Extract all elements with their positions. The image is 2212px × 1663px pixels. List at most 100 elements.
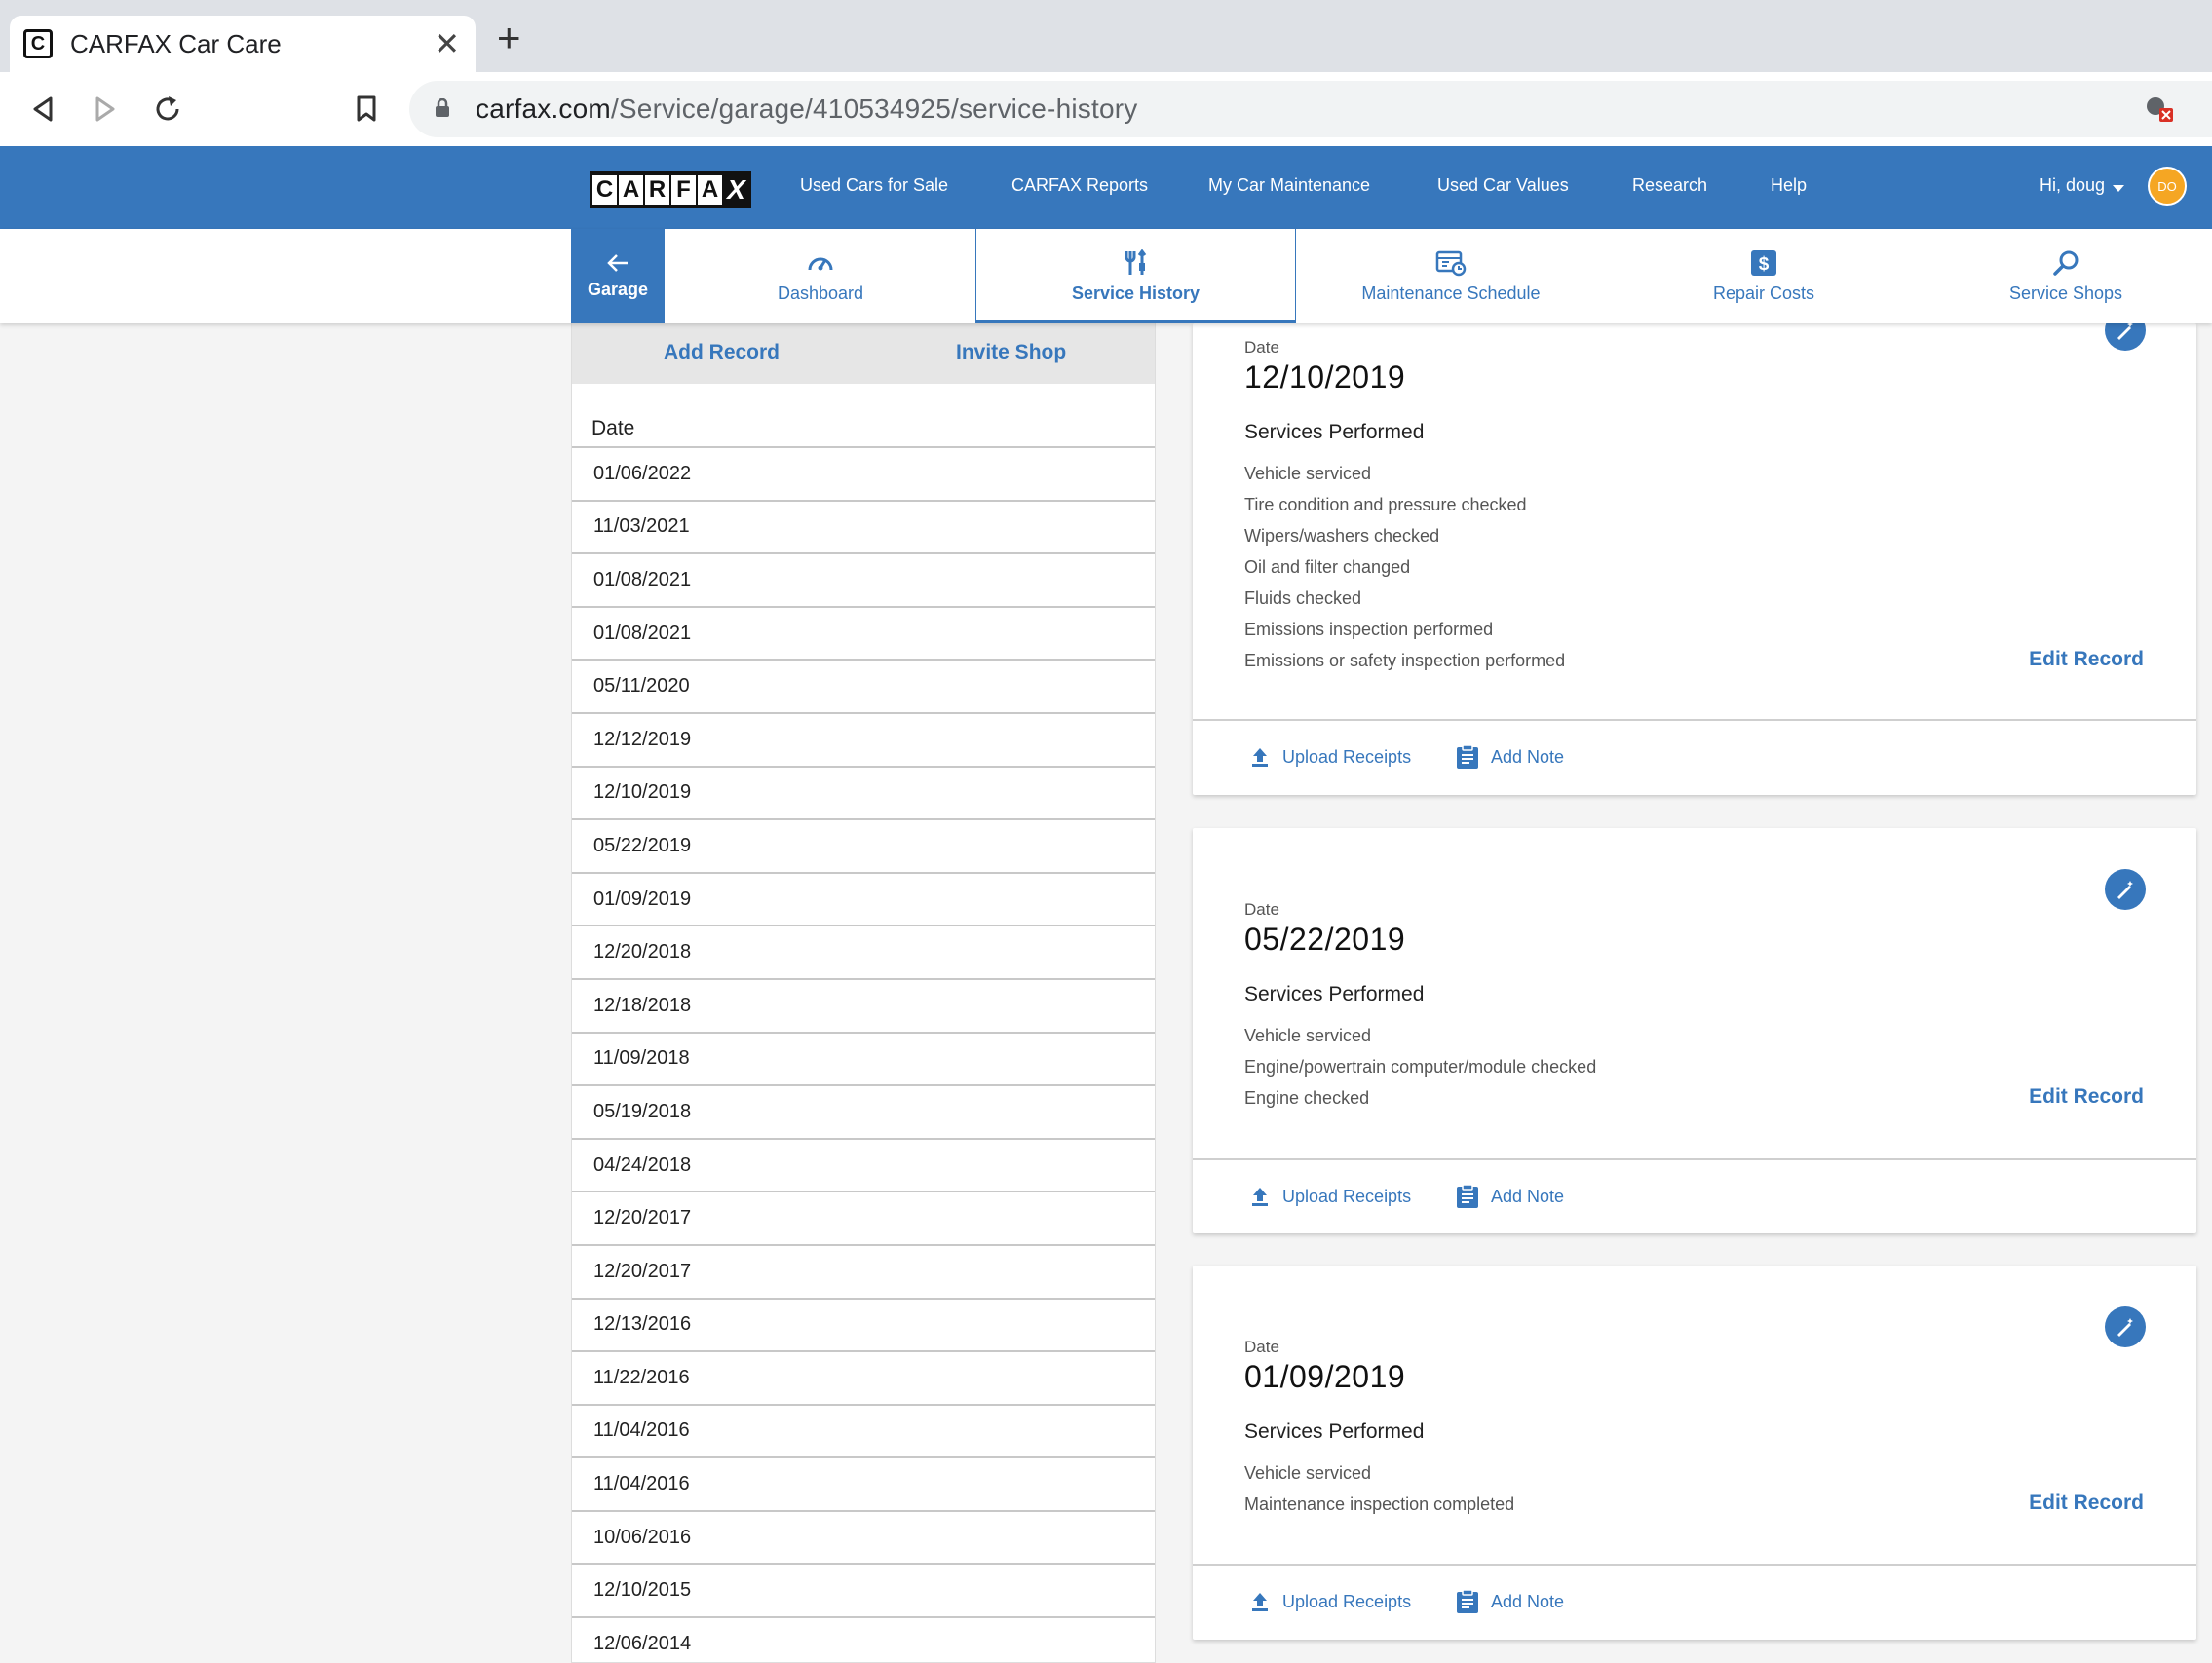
edit-record-button[interactable]: Edit Record bbox=[2029, 648, 2144, 671]
date-list-item[interactable]: 11/22/2016 bbox=[572, 1350, 1155, 1404]
extension-blocked-icon[interactable] bbox=[2144, 94, 2177, 129]
nav-used-car-values[interactable]: Used Car Values bbox=[1437, 175, 1569, 196]
service-record-card: Date 05/22/2019 Services Performed Vehic… bbox=[1193, 828, 2196, 1233]
upload-receipts-button[interactable]: Upload Receipts bbox=[1249, 1186, 1411, 1207]
service-item: Emissions or safety inspection performed bbox=[1244, 651, 1566, 670]
date-list-item[interactable]: 01/09/2019 bbox=[572, 871, 1155, 926]
date-list-item[interactable]: 12/12/2019 bbox=[572, 711, 1155, 766]
upload-receipts-button[interactable]: Upload Receipts bbox=[1249, 1591, 1411, 1612]
date-list-item[interactable]: 12/18/2018 bbox=[572, 977, 1155, 1032]
date-list-item[interactable]: 01/06/2022 bbox=[572, 446, 1155, 500]
garage-back-button[interactable]: Garage bbox=[571, 229, 665, 323]
upload-icon bbox=[1252, 1593, 1268, 1611]
date-column-header: Date bbox=[591, 417, 635, 439]
service-item: Tire condition and pressure checked bbox=[1244, 495, 1527, 514]
carfax-logo[interactable]: C A R F A X bbox=[590, 171, 751, 208]
upload-receipts-label: Upload Receipts bbox=[1282, 746, 1412, 767]
invite-shop-button[interactable]: Invite Shop bbox=[956, 341, 1066, 364]
service-item: Oil and filter changed bbox=[1244, 557, 1411, 577]
close-tab-icon[interactable]: ✕ bbox=[434, 25, 460, 62]
back-icon[interactable] bbox=[23, 90, 62, 129]
date-list-item[interactable]: 05/11/2020 bbox=[572, 659, 1155, 712]
services-performed-heading: Services Performed bbox=[1244, 1420, 1425, 1443]
date-list-item[interactable]: 12/06/2014 bbox=[572, 1616, 1155, 1662]
date-list-item[interactable]: 12/20/2017 bbox=[572, 1191, 1155, 1244]
tab-label: Service Shops bbox=[2008, 283, 2123, 303]
browser-tab[interactable]: C CARFAX Car Care ✕ bbox=[10, 16, 476, 72]
date-list-item[interactable]: 12/10/2019 bbox=[572, 765, 1155, 819]
logo-letter: A bbox=[619, 175, 643, 205]
tab-service-history[interactable]: Service History bbox=[975, 229, 1296, 323]
date-list-item[interactable]: 05/22/2019 bbox=[572, 818, 1155, 872]
add-note-button[interactable]: Add Note bbox=[1456, 744, 1564, 770]
date-list-item[interactable]: 01/08/2021 bbox=[572, 552, 1155, 606]
date-list-item[interactable]: 12/13/2016 bbox=[572, 1297, 1155, 1351]
service-item: Emissions inspection performed bbox=[1244, 620, 1494, 639]
tab-dashboard[interactable]: Dashboard bbox=[666, 229, 975, 323]
upload-receipts-label: Upload Receipts bbox=[1282, 1591, 1412, 1611]
list-action-bar: Add Record Invite Shop bbox=[572, 323, 1155, 384]
date-list-item[interactable]: 11/09/2018 bbox=[572, 1031, 1155, 1085]
clipboard-icon bbox=[1457, 744, 1478, 769]
garage-label: Garage bbox=[587, 280, 649, 299]
tab-repair-costs[interactable]: $ Repair Costs bbox=[1608, 229, 1920, 323]
edit-pen-icon[interactable] bbox=[2105, 869, 2146, 910]
edit-record-button[interactable]: Edit Record bbox=[2029, 1492, 2144, 1515]
date-list-item[interactable]: 01/08/2021 bbox=[572, 605, 1155, 660]
add-note-button[interactable]: Add Note bbox=[1456, 1589, 1564, 1614]
service-item: Vehicle serviced bbox=[1244, 1463, 1372, 1483]
date-list-item[interactable]: 12/20/2018 bbox=[572, 925, 1155, 978]
card-divider bbox=[1193, 1158, 2196, 1160]
carfax-favicon-icon: C bbox=[23, 29, 53, 58]
clipboard-icon bbox=[1457, 1589, 1478, 1613]
tab-label: Dashboard bbox=[777, 283, 864, 303]
reload-icon[interactable] bbox=[148, 90, 187, 129]
tab-service-shops[interactable]: Service Shops bbox=[1920, 229, 2212, 323]
date-list-item[interactable]: 10/06/2016 bbox=[572, 1509, 1155, 1564]
card-divider bbox=[1193, 719, 2196, 721]
user-menu[interactable]: Hi, doug bbox=[2040, 175, 2105, 196]
service-item: Wipers/washers checked bbox=[1244, 526, 1440, 546]
upload-receipts-button[interactable]: Upload Receipts bbox=[1249, 746, 1411, 768]
browser-toolbar: carfax.com/Service/garage/410534925/serv… bbox=[0, 72, 2212, 147]
bookmark-icon[interactable] bbox=[347, 90, 386, 129]
nav-my-car-maintenance[interactable]: My Car Maintenance bbox=[1208, 175, 1370, 196]
schedule-icon bbox=[1435, 248, 1467, 278]
tab-maintenance-schedule[interactable]: Maintenance Schedule bbox=[1294, 229, 1608, 323]
address-bar[interactable]: carfax.com/Service/garage/410534925/serv… bbox=[409, 81, 2212, 137]
nav-carfax-reports[interactable]: CARFAX Reports bbox=[1011, 175, 1148, 196]
logo-letter: X bbox=[724, 174, 748, 205]
logo-letter: C bbox=[592, 175, 617, 205]
add-note-label: Add Note bbox=[1491, 746, 1565, 767]
edit-record-button[interactable]: Edit Record bbox=[2029, 1085, 2144, 1109]
date-list-item[interactable]: 11/04/2016 bbox=[572, 1403, 1155, 1457]
edit-pen-icon[interactable] bbox=[2105, 1306, 2146, 1347]
service-date-list-panel: Add Record Invite Shop Date 01/06/2022 11… bbox=[571, 323, 1156, 1663]
tab-title: CARFAX Car Care bbox=[70, 29, 282, 58]
date-list-item[interactable]: 05/19/2018 bbox=[572, 1084, 1155, 1138]
nav-research[interactable]: Research bbox=[1632, 175, 1707, 196]
avatar[interactable]: DO bbox=[2148, 167, 2187, 206]
date-list-item[interactable]: 12/20/2017 bbox=[572, 1243, 1155, 1298]
nav-help[interactable]: Help bbox=[1771, 175, 1807, 196]
chevron-down-icon[interactable] bbox=[2113, 185, 2124, 192]
clipboard-icon bbox=[1457, 1184, 1478, 1208]
forward-icon[interactable] bbox=[86, 90, 125, 129]
dollar-icon: $ bbox=[1750, 248, 1777, 278]
new-tab-icon[interactable]: + bbox=[497, 18, 521, 58]
nav-used-cars[interactable]: Used Cars for Sale bbox=[800, 175, 948, 196]
date-list-item[interactable]: 04/24/2018 bbox=[572, 1137, 1155, 1191]
garage-subnav: Garage Dashboard Service History Mainten… bbox=[0, 229, 2212, 323]
add-note-label: Add Note bbox=[1491, 1186, 1565, 1206]
speedometer-icon bbox=[806, 248, 835, 278]
date-list-item[interactable]: 11/03/2021 bbox=[572, 499, 1155, 553]
add-note-button[interactable]: Add Note bbox=[1456, 1184, 1564, 1209]
service-item: Engine/powertrain computer/module checke… bbox=[1244, 1057, 1597, 1077]
upload-icon bbox=[1252, 748, 1268, 767]
add-record-button[interactable]: Add Record bbox=[664, 341, 780, 364]
date-list-item[interactable]: 12/10/2015 bbox=[572, 1563, 1155, 1616]
arrow-left-icon bbox=[607, 254, 628, 272]
date-list-item[interactable]: 11/04/2016 bbox=[572, 1456, 1155, 1510]
logo-letter: R bbox=[645, 175, 669, 205]
record-date: 05/22/2019 bbox=[1244, 922, 1406, 957]
